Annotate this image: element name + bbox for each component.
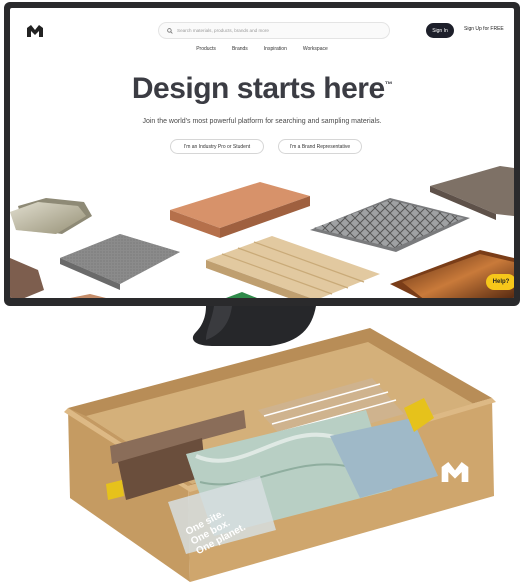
nav-item-inspiration[interactable]: Inspiration xyxy=(258,46,287,52)
search-bar[interactable]: Search materials, products, brands and m… xyxy=(158,22,390,39)
stone-hexagon-sample xyxy=(10,198,92,234)
search-input[interactable]: Search materials, products, brands and m… xyxy=(177,28,269,33)
trademark-mark: ™ xyxy=(384,80,393,89)
nav-item-workspace[interactable]: Workspace xyxy=(297,46,328,52)
hero-subtitle: Join the world's most powerful platform … xyxy=(142,118,382,125)
material-samples-image xyxy=(10,166,514,298)
sample-box-image xyxy=(64,306,496,582)
nav-item-products[interactable]: Products xyxy=(196,46,216,52)
nav-item-brands[interactable]: Brands xyxy=(226,46,248,52)
monitor: Search materials, products, brands and m… xyxy=(4,2,520,306)
search-icon xyxy=(167,27,173,34)
brand-rep-button[interactable]: I'm a Brand Representative xyxy=(278,139,362,154)
hero-title: Design starts here™ xyxy=(10,72,514,106)
dark-laminate-sample xyxy=(10,258,44,298)
main-nav: Products Brands Inspiration Workspace xyxy=(10,46,514,52)
terracotta-edge-sample xyxy=(70,294,106,298)
carpet-sample xyxy=(60,234,180,290)
website-screen: Search materials, products, brands and m… xyxy=(10,8,514,298)
light-wood-sample xyxy=(206,236,380,298)
terracotta-tile-sample xyxy=(170,182,310,238)
monitor-stand xyxy=(192,306,316,346)
sign-up-link[interactable]: Sign Up for FREE xyxy=(464,26,504,32)
brand-logo-icon[interactable] xyxy=(26,24,44,38)
metal-plate-sample xyxy=(310,198,470,252)
sign-in-button[interactable]: Sign In xyxy=(426,23,454,38)
industry-pro-button[interactable]: I'm an Industry Pro or Student xyxy=(170,139,264,154)
box-brand-logo-icon xyxy=(441,462,469,482)
green-sample xyxy=(226,292,257,298)
help-button[interactable]: Help? xyxy=(486,274,514,290)
hero-title-text: Design starts here xyxy=(131,72,385,105)
